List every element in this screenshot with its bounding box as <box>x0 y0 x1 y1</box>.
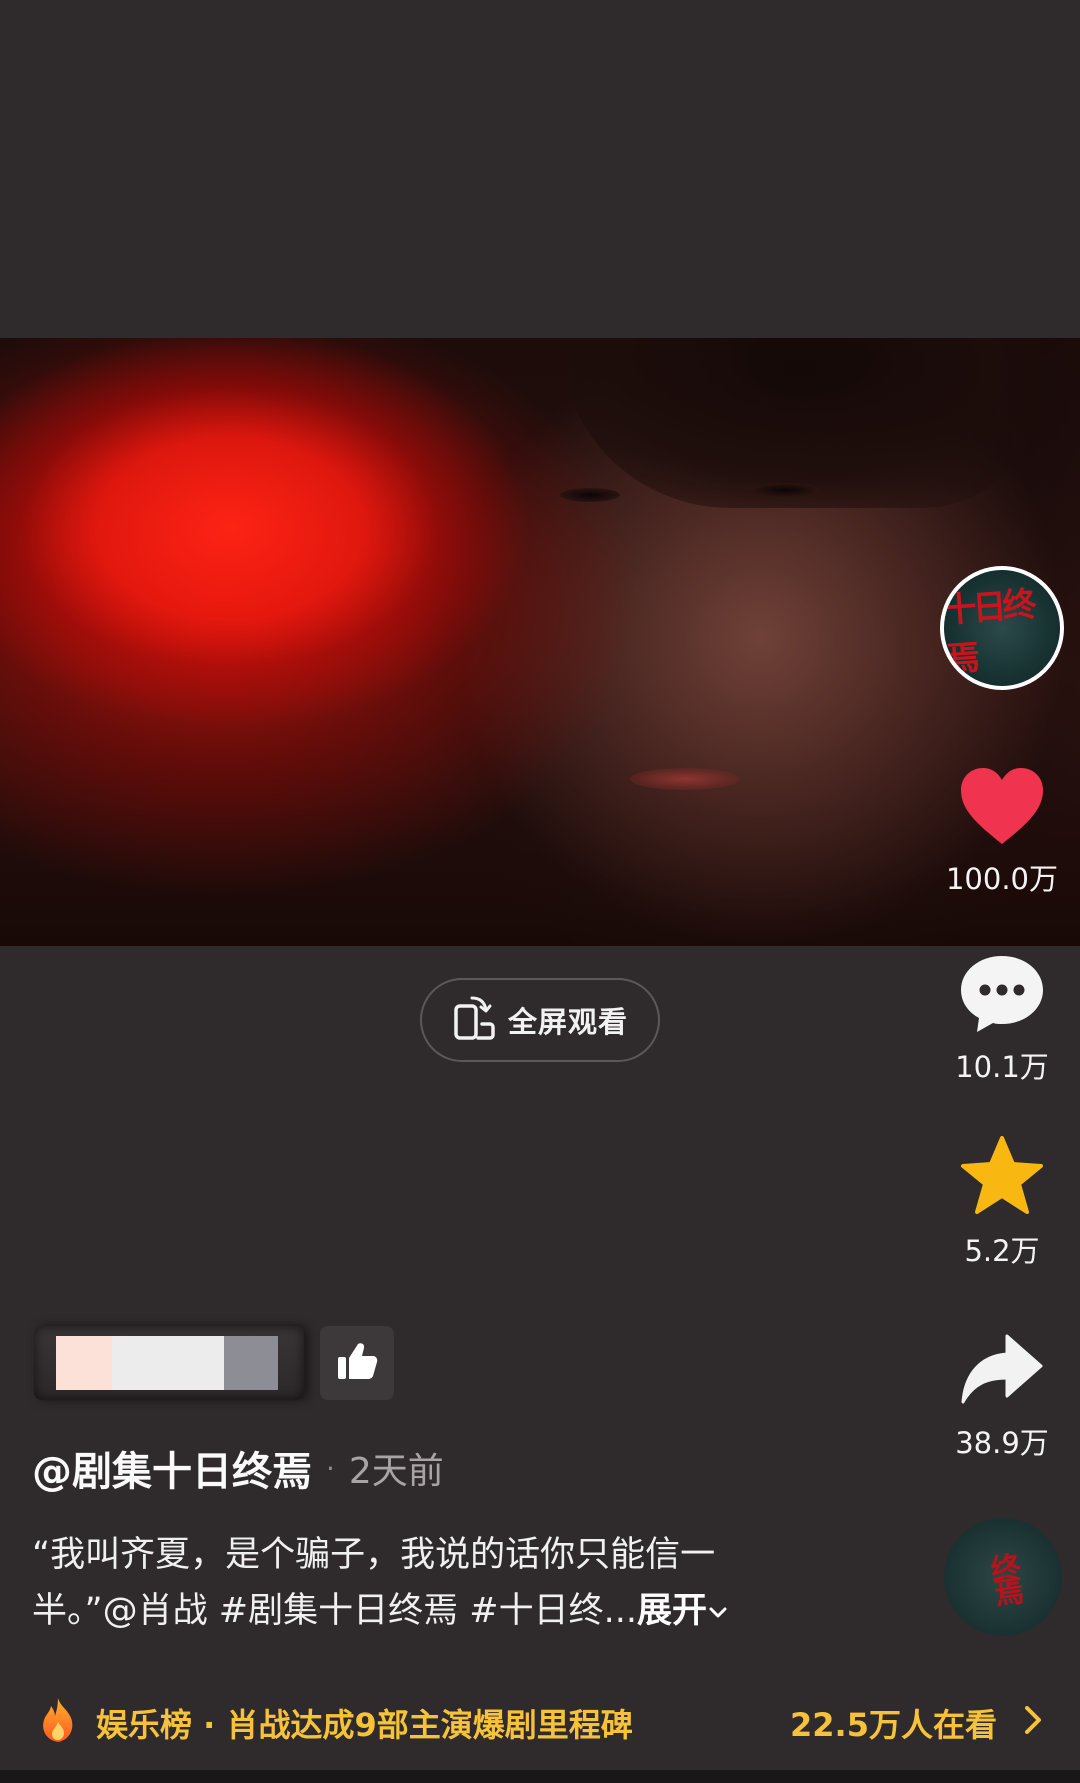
hashtag-link[interactable]: #剧集十日终焉 <box>219 1591 458 1631</box>
fire-icon <box>38 1696 78 1748</box>
bottom-edge <box>0 1770 1080 1783</box>
rotate-screen-icon <box>452 994 496 1046</box>
music-disc[interactable]: 终焉 <box>944 1518 1062 1636</box>
video-frame-detail <box>630 768 740 790</box>
comment-button[interactable]: 10.1万 <box>940 952 1064 1086</box>
thumbs-up-icon <box>336 1341 378 1385</box>
blurred-segment <box>56 1336 112 1390</box>
trending-text: 娱乐榜 · 肖战达成9部主演爆剧里程碑 <box>96 1706 633 1744</box>
favorite-count: 5.2万 <box>964 1234 1040 1268</box>
music-disc-text: 终焉 <box>982 1550 1025 1604</box>
blurred-segment <box>112 1336 224 1390</box>
post-caption[interactable]: “我叫齐夏，是个骗子，我说的话你只能信一 半。”@肖战 #剧集十日终焉 #十日终… <box>32 1527 832 1639</box>
expand-label: 展开 <box>636 1591 707 1631</box>
blurred-segment <box>224 1336 278 1390</box>
expand-button[interactable]: 展开 <box>637 1591 729 1631</box>
chevron-down-icon <box>707 1591 729 1631</box>
favorite-button[interactable]: 5.2万 <box>940 1134 1064 1270</box>
video-feed-screen: 全屏观看 十日终焉 100.0万 10.1万 5.2万 38.9万 终焉 @剧集… <box>0 0 1080 1783</box>
mention-link[interactable]: @肖战 <box>103 1591 208 1631</box>
like-button[interactable]: 100.0万 <box>940 764 1064 898</box>
video-frame-detail <box>560 488 620 502</box>
chevron-right-icon <box>1022 1704 1044 1740</box>
hashtag-link[interactable]: #十日终... <box>469 1591 637 1631</box>
fullscreen-button[interactable]: 全屏观看 <box>420 978 660 1062</box>
video-player[interactable] <box>0 338 1080 946</box>
avatar-logo-text: 十日终焉 <box>941 584 1034 680</box>
blurred-tag-chip[interactable] <box>34 1326 304 1400</box>
share-arrow-icon <box>957 1330 1047 1416</box>
separator-dot: · <box>326 1451 335 1485</box>
video-frame-detail <box>750 483 820 497</box>
post-time: 2天前 <box>348 1451 444 1492</box>
author-avatar[interactable]: 十日终焉 <box>940 566 1064 690</box>
author-name[interactable]: @剧集十日终焉 <box>32 1439 312 1497</box>
thumbs-up-button[interactable] <box>320 1326 394 1400</box>
caption-text: 半。” <box>32 1591 103 1631</box>
viewer-count: 22.5万人在看 <box>790 1706 997 1744</box>
author-row: @剧集十日终焉 · 2天前 <box>32 1440 444 1496</box>
fullscreen-label: 全屏观看 <box>507 1005 628 1039</box>
video-frame-detail <box>560 338 1040 508</box>
comment-bubble-icon <box>957 952 1047 1040</box>
comment-count: 10.1万 <box>955 1050 1049 1084</box>
star-icon <box>957 1134 1047 1224</box>
caption-line-1: “我叫齐夏，是个骗子，我说的话你只能信一 <box>32 1535 716 1575</box>
caption-line-2: 半。”@肖战 #剧集十日终焉 #十日终...展开 <box>32 1583 832 1639</box>
share-count: 38.9万 <box>955 1426 1049 1460</box>
trending-bar[interactable]: 娱乐榜 · 肖战达成9部主演爆剧里程碑 22.5万人在看 <box>0 1690 1080 1754</box>
share-button[interactable]: 38.9万 <box>940 1330 1064 1462</box>
like-count: 100.0万 <box>945 862 1059 896</box>
heart-icon <box>957 764 1047 852</box>
